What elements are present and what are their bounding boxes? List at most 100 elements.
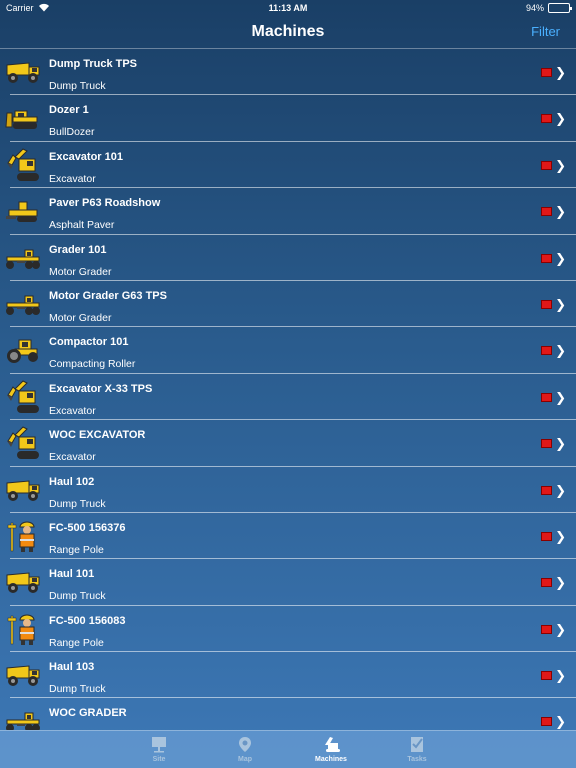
machine-name: Paver P63 Roadshow [49,197,161,210]
dump-truck-icon [4,564,42,600]
grader-icon [4,703,42,730]
machine-row[interactable]: Haul 101 Dump Truck ❯ [6,559,576,606]
chevron-right-icon: ❯ [555,482,566,498]
battery-percent: 94% [525,3,544,13]
tab-site[interactable]: Site [142,731,176,768]
map-icon [235,734,255,754]
status-indicator [541,578,552,588]
machine-row[interactable]: Dozer 1 BullDozer ❯ [5,95,576,142]
status-indicator [541,114,552,124]
dump-truck-icon [4,472,42,508]
machine-name: Grader 101 [49,243,107,256]
grader-icon [4,240,42,276]
machine-row[interactable]: Paver P63 Roadshow Asphalt Paver ❯ [6,188,576,235]
dump-truck-icon [4,657,42,693]
tab-tasks[interactable]: Tasks [400,731,434,768]
chevron-right-icon: ❯ [555,436,566,452]
machine-name: Compactor 101 [49,336,129,349]
status-indicator [541,207,552,217]
machine-type: Motor Grader [49,265,112,278]
chevron-right-icon: ❯ [555,65,566,80]
navigation-bar: Machines Filter [0,16,576,48]
machine-type: Asphalt Paver [49,219,115,232]
paver-icon [4,193,42,229]
excavator-icon [4,147,42,183]
machine-row[interactable]: Haul 103 Dump Truck ❯ [6,652,576,699]
machine-row[interactable]: WOC EXCAVATOR Excavator ❯ [7,420,576,467]
machine-type: Motor Grader [49,311,112,324]
status-indicator [541,485,552,495]
machine-row[interactable]: Excavator X-33 TPS Excavator ❯ [7,374,576,421]
machine-name: Excavator X-33 TPS [49,382,153,395]
machine-name: FC-500 156083 [49,614,126,627]
machine-row[interactable]: Haul 102 Dump Truck ❯ [6,467,576,513]
machine-name: Haul 102 [49,475,95,488]
status-indicator [541,392,552,402]
machine-name: Haul 103 [49,661,95,674]
tab-label: Tasks [407,756,427,763]
machine-type: Compacting Roller [49,358,136,371]
page-title: Machines [251,23,325,40]
carrier-label: Carrier [6,3,34,13]
machine-name: FC-500 156376 [49,521,126,534]
chevron-right-icon: ❯ [555,621,566,637]
machine-row[interactable]: Motor Grader G63 TPS Motor Grader ❯ [6,281,576,328]
grader-icon [4,286,42,322]
status-indicator [541,68,552,77]
machine-row[interactable]: Compactor 101 Compacting Roller ❯ [7,327,576,374]
machine-type: Excavator [49,404,96,417]
roller-icon [4,332,42,368]
status-indicator [541,717,552,727]
chevron-right-icon: ❯ [555,528,566,544]
machine-name: Motor Grader G63 TPS [49,289,167,302]
tab-label: Machines [315,756,347,763]
dump-truck-icon [4,54,42,90]
machine-type: Dump Truck [49,497,106,510]
machine-type: Range Pole [49,636,104,649]
tab-label: Site [152,756,166,763]
tab-machines[interactable]: Machines [314,731,348,768]
wifi-icon [38,3,50,14]
status-indicator [541,531,552,541]
tasks-icon [407,734,427,754]
machine-type: Range Pole [49,543,104,556]
machine-name: Excavator 101 [49,150,123,163]
filter-button[interactable]: Filter [531,24,560,39]
clock: 11:13 AM [268,3,308,13]
chevron-right-icon: ❯ [555,296,566,312]
machine-name: Dump Truck TPS [49,58,138,70]
tab-bar: Site Map Machines Tasks [0,730,576,768]
chevron-right-icon: ❯ [555,714,566,730]
bulldozer-icon [4,100,42,136]
chevron-right-icon: ❯ [555,343,566,359]
machine-type: BullDozer [49,126,95,139]
status-indicator [541,439,552,449]
status-indicator [541,160,552,170]
status-indicator [541,671,552,681]
machine-row[interactable]: WOC GRADER ❯ [6,698,576,730]
excavator-icon [4,425,42,461]
machine-list[interactable]: Dump Truck TPS Dump Truck ❯ Dozer 1 Bull… [0,48,576,730]
chevron-right-icon: ❯ [555,668,566,684]
machine-type: Dump Truck [49,590,106,603]
excavator-icon [4,379,42,415]
machine-row[interactable]: Excavator 101 Excavator ❯ [7,142,576,189]
surveyor-icon [4,611,42,647]
chevron-right-icon: ❯ [555,111,566,127]
machine-row[interactable]: Dump Truck TPS Dump Truck ❯ [6,49,576,96]
machine-type: Excavator [49,172,96,185]
tab-label: Map [238,756,252,763]
status-bar: Carrier 11:13 AM 94% [0,0,576,16]
machine-row[interactable]: FC-500 156083 Range Pole ❯ [7,606,576,653]
chevron-right-icon: ❯ [555,575,566,591]
machine-row[interactable]: FC-500 156376 Range Pole ❯ [7,513,576,560]
chevron-right-icon: ❯ [555,157,566,173]
machine-type: Dump Truck [49,80,106,92]
machine-name: Haul 101 [49,568,95,581]
chevron-right-icon: ❯ [555,250,566,266]
tab-map[interactable]: Map [228,731,262,768]
machine-type: Dump Truck [49,683,106,696]
machine-name: WOC GRADER [49,707,127,720]
site-icon [149,734,169,754]
machine-row[interactable]: Grader 101 Motor Grader ❯ [6,235,576,281]
